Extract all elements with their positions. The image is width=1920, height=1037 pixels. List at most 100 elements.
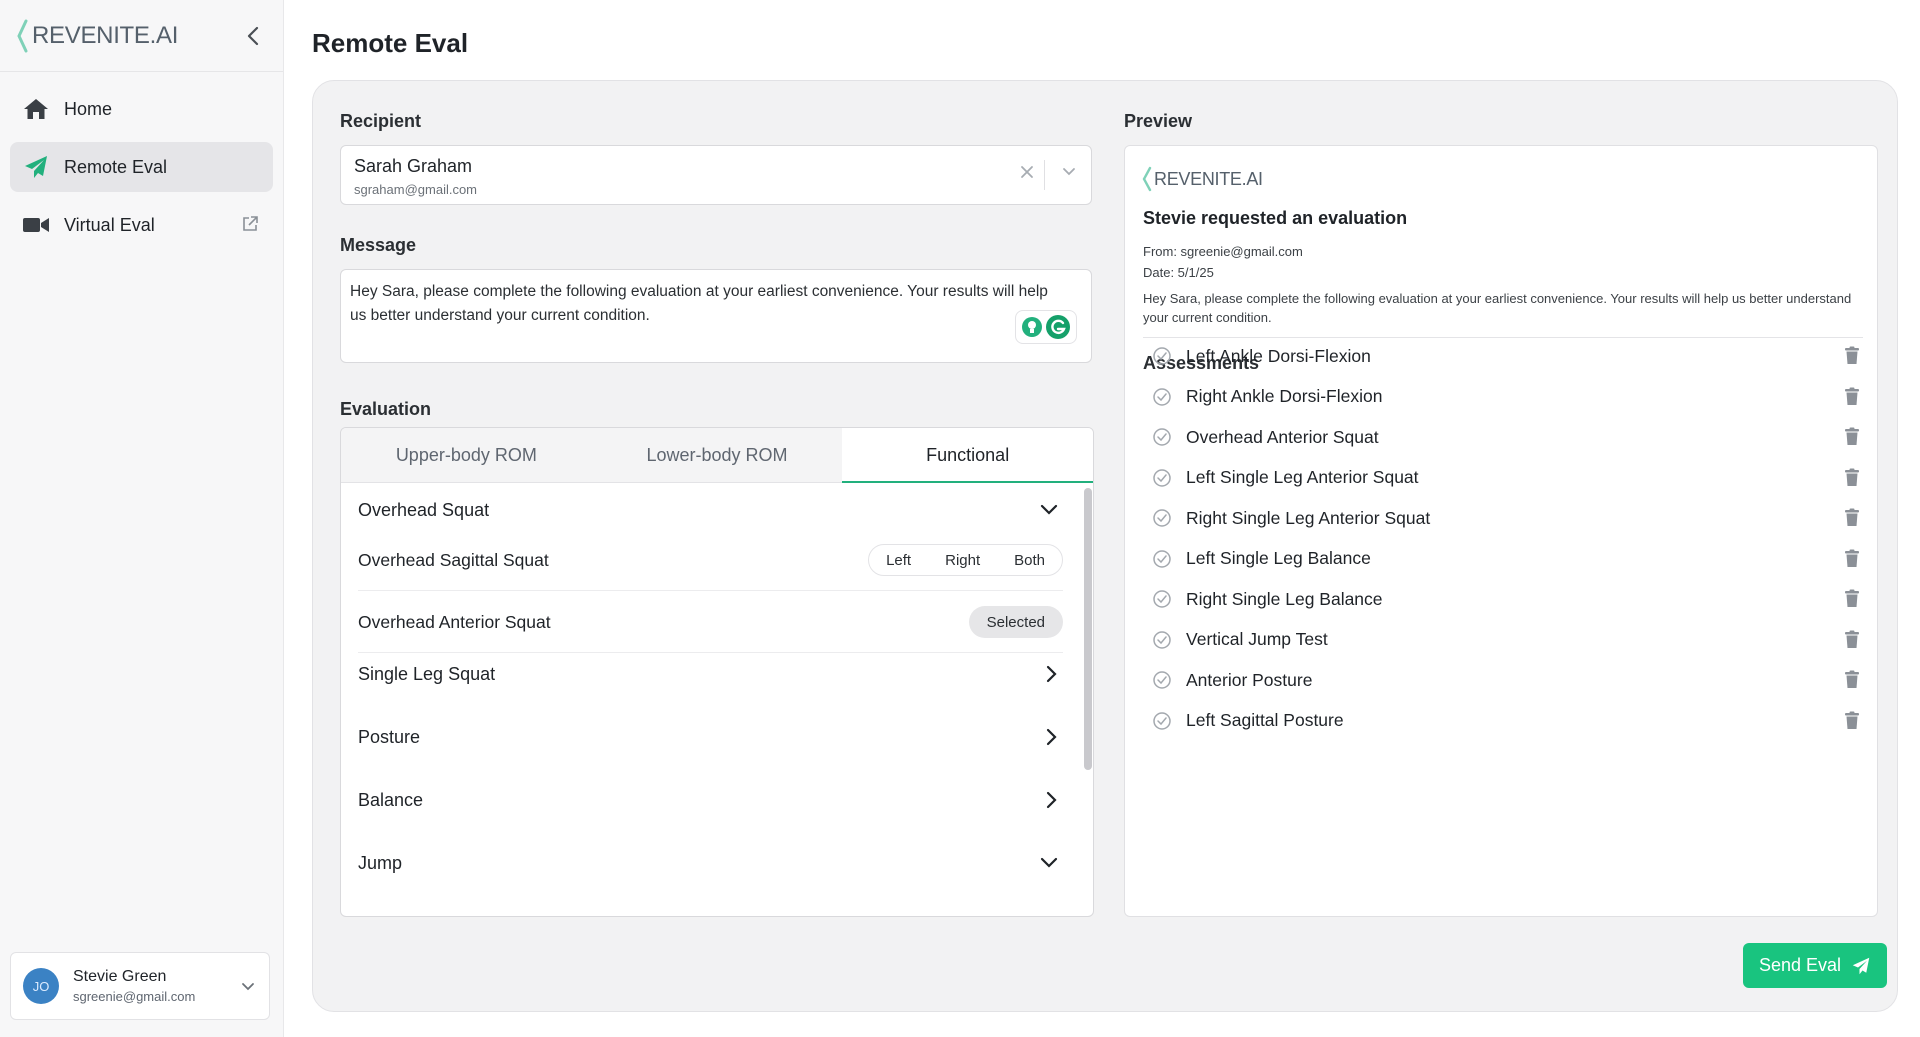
- assessment-item: Vertical Jump Test: [1152, 624, 1860, 656]
- assessment-item: Left Single Leg Balance: [1152, 543, 1860, 575]
- message-text: Hey Sara, please complete the following …: [350, 283, 1048, 324]
- sidebar-header: REVENITE.AI: [0, 0, 283, 72]
- option-both[interactable]: Both: [997, 545, 1062, 575]
- chevron-down-icon[interactable]: [1061, 164, 1077, 185]
- user-email: sgreenie@gmail.com: [73, 989, 196, 1004]
- exercise-row: Overhead Anterior Squat Selected: [358, 592, 1063, 653]
- sidebar: REVENITE.AI Home Remote Eval Virtual Eva…: [0, 0, 284, 1037]
- user-info: Stevie Green sgreenie@gmail.com: [73, 968, 195, 1004]
- sidebar-item-remote-eval[interactable]: Remote Eval: [10, 142, 273, 192]
- assessment-name: Right Single Leg Anterior Squat: [1186, 507, 1431, 528]
- sidebar-nav: Home Remote Eval Virtual Eval: [0, 72, 283, 270]
- assessment-name: Left Sagittal Posture: [1186, 710, 1344, 730]
- evaluation-label: Evaluation: [340, 399, 432, 419]
- send-eval-label: Send Eval: [1758, 955, 1842, 975]
- recipient-email: sgraham@gmail.com: [354, 182, 478, 197]
- chevron-right-icon: [1046, 665, 1057, 683]
- preview-date: Date: 5/1/25: [1143, 265, 1214, 280]
- video-camera-icon: [22, 212, 50, 238]
- option-left[interactable]: Left: [869, 545, 928, 575]
- trash-icon[interactable]: [1844, 630, 1860, 654]
- chevron-right-icon: [1046, 728, 1057, 746]
- option-right[interactable]: Right: [928, 545, 997, 575]
- assessment-name: Left Single Leg Balance: [1186, 548, 1371, 568]
- app-logo[interactable]: REVENITE.AI: [16, 19, 178, 53]
- email-preview: REVENITE.AI Stevie requested an evaluati…: [1124, 145, 1878, 917]
- chevron-down-icon: [1040, 504, 1058, 515]
- assessment-name: Anterior Posture: [1186, 669, 1313, 690]
- lightbulb-icon: [1022, 317, 1042, 337]
- check-circle-icon: [1152, 346, 1172, 366]
- group-balance[interactable]: Balance: [358, 780, 1058, 820]
- preview-logo: REVENITE.AI: [1142, 166, 1263, 192]
- exercise-row: Overhead Sagittal Squat Left Right Both: [358, 530, 1063, 591]
- group-title: Jump: [358, 852, 403, 873]
- message-textarea[interactable]: Hey Sara, please complete the following …: [340, 269, 1092, 363]
- assessment-item: Left Ankle Dorsi-Flexion: [1152, 340, 1860, 372]
- user-account-menu[interactable]: JO Stevie Green sgreenie@gmail.com: [10, 952, 270, 1020]
- check-circle-icon: [1152, 589, 1172, 609]
- group-single-leg-squat[interactable]: Single Leg Squat: [358, 654, 1058, 694]
- send-eval-button[interactable]: Send Eval: [1743, 943, 1887, 988]
- check-circle-icon: [1152, 630, 1172, 650]
- check-circle-icon: [1152, 508, 1172, 528]
- tab-upper-body-rom[interactable]: Upper-body ROM: [341, 428, 592, 482]
- assessment-item: Right Single Leg Balance: [1152, 583, 1860, 615]
- assessment-item: Overhead Anterior Squat: [1152, 421, 1860, 453]
- tab-lower-body-rom[interactable]: Lower-body ROM: [592, 428, 843, 482]
- preview-message: Hey Sara, please complete the following …: [1143, 291, 1852, 325]
- selected-toggle[interactable]: Selected: [968, 606, 1063, 638]
- assessment-name: Left Single Leg Anterior Squat: [1186, 467, 1419, 487]
- collapse-sidebar-button[interactable]: [239, 22, 267, 50]
- preview-logo-text: REVENITE.AI: [1154, 168, 1263, 189]
- tab-functional[interactable]: Functional: [842, 428, 1093, 483]
- logo-text: REVENITE.AI: [32, 21, 179, 49]
- assessment-item: Left Single Leg Anterior Squat: [1152, 462, 1860, 494]
- assessment-item: Right Single Leg Anterior Squat: [1152, 502, 1860, 534]
- check-circle-icon: [1152, 711, 1172, 731]
- chevron-down-icon: [1040, 857, 1058, 868]
- trash-icon[interactable]: [1844, 508, 1860, 532]
- group-overhead-squat[interactable]: Overhead Squat: [358, 490, 1058, 530]
- assessment-item: Anterior Posture: [1152, 664, 1860, 696]
- sidebar-item-home[interactable]: Home: [10, 84, 273, 134]
- writing-assistant-widget[interactable]: [1015, 310, 1077, 344]
- trash-icon[interactable]: [1844, 468, 1860, 492]
- trash-icon[interactable]: [1844, 427, 1860, 451]
- assessment-name: Right Single Leg Balance: [1186, 588, 1383, 609]
- side-selector: Left Right Both: [868, 544, 1063, 576]
- scrollbar[interactable]: [1084, 488, 1092, 770]
- assessment-item: Right Ankle Dorsi-Flexion: [1152, 381, 1860, 413]
- trash-icon[interactable]: [1844, 346, 1860, 370]
- assessment-name: Vertical Jump Test: [1186, 629, 1328, 649]
- recipient-select[interactable]: Sarah Graham sgraham@gmail.com: [340, 145, 1092, 205]
- select-divider: [1044, 160, 1045, 190]
- trash-icon[interactable]: [1844, 589, 1860, 613]
- external-link-icon[interactable]: [241, 215, 259, 238]
- paper-plane-icon: [22, 154, 50, 180]
- chevron-down-icon: [241, 979, 255, 997]
- check-circle-icon: [1152, 468, 1172, 488]
- group-jump[interactable]: Jump: [358, 843, 1058, 883]
- preview-heading: Stevie requested an evaluation: [1143, 208, 1408, 228]
- assessment-name: Right Ankle Dorsi-Flexion: [1186, 386, 1383, 406]
- grammar-check-icon: [1046, 315, 1070, 339]
- check-circle-icon: [1152, 549, 1172, 569]
- trash-icon[interactable]: [1844, 387, 1860, 411]
- paper-plane-icon: [1851, 957, 1871, 975]
- page-title: Remote Eval: [312, 28, 469, 58]
- group-posture[interactable]: Posture: [358, 717, 1058, 757]
- trash-icon[interactable]: [1844, 670, 1860, 694]
- logo-mark-icon: [1142, 166, 1152, 192]
- clear-icon[interactable]: [1019, 164, 1035, 185]
- trash-icon[interactable]: [1844, 549, 1860, 573]
- recipient-name: Sarah Graham: [354, 156, 473, 176]
- chevron-left-icon: [247, 26, 259, 46]
- logo-mark-icon: [17, 19, 28, 52]
- assessment-name: Left Ankle Dorsi-Flexion: [1186, 345, 1371, 366]
- home-icon: [22, 96, 50, 122]
- sidebar-item-label: Home: [64, 98, 113, 119]
- trash-icon[interactable]: [1844, 711, 1860, 735]
- group-title: Overhead Squat: [358, 499, 490, 520]
- sidebar-item-virtual-eval[interactable]: Virtual Eval: [10, 200, 273, 250]
